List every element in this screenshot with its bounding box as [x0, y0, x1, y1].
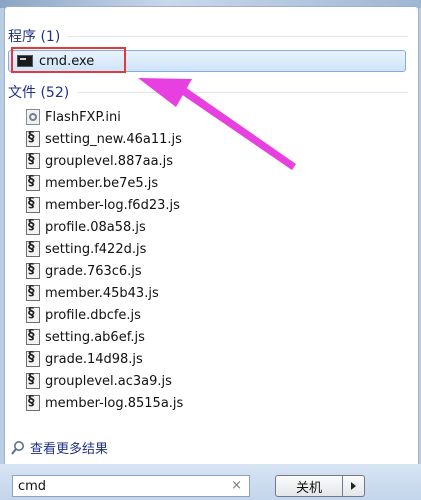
- js-file-icon: [26, 394, 40, 411]
- red-highlight-box: [11, 47, 126, 73]
- files-divider: [77, 91, 408, 93]
- file-item[interactable]: profile.08a58.js: [26, 217, 146, 237]
- js-file-icon: [26, 328, 40, 345]
- file-label: member.be7e5.js: [45, 175, 159, 191]
- chevron-right-icon: [351, 482, 356, 490]
- file-label: setting_new.46a11.js: [45, 131, 182, 147]
- file-item[interactable]: setting.f422d.js: [26, 239, 146, 259]
- file-label: setting.f422d.js: [45, 241, 147, 257]
- file-item[interactable]: member-log.f6d23.js: [26, 195, 180, 215]
- js-file-icon: [26, 130, 40, 147]
- search-box[interactable]: ×: [12, 475, 250, 497]
- file-label: grade.14d98.js: [45, 351, 143, 367]
- shutdown-label: 关机: [295, 480, 322, 496]
- js-file-icon: [26, 196, 40, 213]
- programs-section-header: 程序 (1): [8, 26, 408, 46]
- see-more-results-label: 查看更多结果: [30, 442, 109, 457]
- file-label: grouplevel.ac3a9.js: [45, 373, 172, 389]
- js-file-icon: [26, 218, 40, 235]
- file-label: profile.dbcfe.js: [45, 307, 141, 323]
- file-label: grade.763c6.js: [45, 263, 142, 279]
- file-item[interactable]: FlashFXP.ini: [26, 107, 121, 127]
- file-label: member-log.8515a.js: [45, 395, 184, 411]
- clear-search-icon[interactable]: ×: [231, 478, 242, 493]
- file-label: grouplevel.887aa.js: [45, 153, 174, 169]
- file-item[interactable]: profile.dbcfe.js: [26, 305, 141, 325]
- programs-header-label: 程序 (1): [8, 29, 61, 45]
- file-label: FlashFXP.ini: [45, 109, 121, 125]
- search-input[interactable]: [18, 478, 228, 494]
- js-file-icon: [26, 152, 40, 169]
- file-item[interactable]: setting.ab6ef.js: [26, 327, 145, 347]
- search-icon: [11, 440, 24, 455]
- file-label: profile.08a58.js: [45, 219, 146, 235]
- js-file-icon: [26, 262, 40, 279]
- ini-file-icon: [26, 109, 40, 125]
- file-item[interactable]: member.45b43.js: [26, 283, 159, 303]
- js-file-icon: [26, 350, 40, 367]
- files-section-header: 文件 (52): [8, 82, 408, 102]
- js-file-icon: [26, 284, 40, 301]
- file-label: member.45b43.js: [45, 285, 159, 301]
- file-item[interactable]: member.be7e5.js: [26, 173, 158, 193]
- js-file-icon: [26, 306, 40, 323]
- file-item[interactable]: member-log.8515a.js: [26, 393, 183, 413]
- file-label: setting.ab6ef.js: [45, 329, 145, 345]
- programs-divider: [68, 35, 408, 37]
- shutdown-group: 关机: [275, 475, 365, 497]
- file-label: member-log.f6d23.js: [45, 197, 180, 213]
- shutdown-button[interactable]: 关机: [275, 475, 343, 497]
- files-header-label: 文件 (52): [8, 85, 70, 101]
- js-file-icon: [26, 240, 40, 257]
- js-file-icon: [26, 174, 40, 191]
- file-item[interactable]: grade.14d98.js: [26, 349, 143, 369]
- file-item[interactable]: grouplevel.887aa.js: [26, 151, 173, 171]
- shutdown-options-button[interactable]: [343, 475, 365, 497]
- js-file-icon: [26, 372, 40, 389]
- see-more-results-link[interactable]: 查看更多结果: [10, 438, 108, 457]
- file-item[interactable]: setting_new.46a11.js: [26, 129, 182, 149]
- file-item[interactable]: grouplevel.ac3a9.js: [26, 371, 172, 391]
- file-item[interactable]: grade.763c6.js: [26, 261, 142, 281]
